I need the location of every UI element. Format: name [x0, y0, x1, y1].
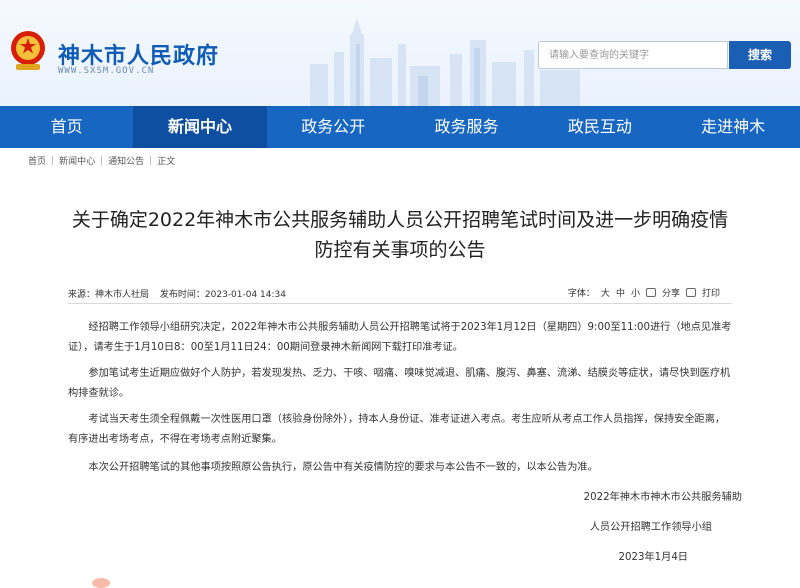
article-paragraph-2: 参加笔试考生近期应做好个人防护，若发现发热、乏力、干咳、咽痛、嗅味觉减退、肌痛、…	[68, 368, 731, 399]
site-header: 神木市人民政府 WWW.SXSM.GOV.CN 搜索	[0, 0, 800, 106]
signature-line-1: 2022年神木市神木市公共服务辅助	[583, 492, 742, 503]
font-size-large[interactable]: 大	[601, 286, 610, 299]
article-paragraph-4: 本次公开招聘笔试的其他事项按照原公告执行，原公告中有关疫情防控的要求与本公告不一…	[88, 462, 598, 473]
print-link[interactable]: 打印	[702, 286, 720, 299]
nav-item-home[interactable]: 首页	[0, 106, 133, 148]
breadcrumb-notices[interactable]: 通知公告	[108, 154, 144, 167]
breadcrumb-current: 正文	[157, 157, 176, 167]
article-title-line1: 关于确定2022年神木市公共服务辅助人员公开招聘笔试时间及进一步明确疫情	[71, 209, 729, 231]
site-domain: WWW.SXSM.GOV.CN	[58, 66, 155, 76]
breadcrumb-separator: |	[100, 155, 104, 166]
article-title: 关于确定2022年神木市公共服务辅助人员公开招聘笔试时间及进一步明确疫情 防控有…	[40, 205, 760, 265]
share-link[interactable]: 分享	[662, 286, 680, 299]
print-icon[interactable]	[685, 288, 696, 297]
font-size-label: 字体：	[567, 289, 595, 299]
font-size-small[interactable]: 小	[631, 286, 640, 299]
signature-date: 2023年1月4日	[618, 552, 688, 563]
national-emblem-logo	[11, 31, 45, 70]
share-icon[interactable]	[645, 288, 656, 297]
breadcrumb-separator: |	[149, 155, 153, 166]
nav-item-news-center[interactable]: 新闻中心	[133, 106, 267, 148]
meta-divider	[68, 303, 732, 304]
article-date: 发布时间：2023-01-04 14:34	[159, 290, 286, 300]
article-meta: 来源：神木市人社局 发布时间：2023-01-04 14:34	[68, 287, 294, 300]
search-button[interactable]: 搜索	[729, 41, 791, 69]
search-input[interactable]	[538, 41, 728, 69]
article-paragraph-1: 经招聘工作领导小组研究决定，2022年神木市公共服务辅助人员公开招聘笔试将于20…	[68, 322, 732, 353]
nav-item-government-affairs[interactable]: 政务公开	[267, 106, 400, 148]
article-paragraph-3: 考试当天考生须全程佩戴一次性医用口罩（核验身份除外），持本人身份证、准考证进入考…	[68, 414, 726, 445]
breadcrumb: 首页 | 新闻中心 | 通知公告 | 正文	[28, 154, 176, 168]
article-tools: 字体： 大 中 小 分享 打印	[568, 286, 720, 299]
article-source: 来源：神木市人社局	[68, 290, 150, 300]
nav-item-interaction[interactable]: 政民互动	[533, 106, 666, 148]
nav-item-about-shenmu[interactable]: 走进神木	[666, 106, 799, 148]
breadcrumb-news-center[interactable]: 新闻中心	[59, 154, 95, 167]
font-size-medium[interactable]: 中	[616, 286, 625, 299]
article-title-line2: 防控有关事项的公告	[314, 239, 486, 261]
breadcrumb-separator: |	[51, 155, 55, 166]
main-nav: 首页 新闻中心 政务公开 政务服务 政民互动 走进神木	[0, 106, 800, 148]
nav-item-government-services[interactable]: 政务服务	[400, 106, 533, 148]
breadcrumb-home[interactable]: 首页	[28, 154, 46, 167]
signature-line-2: 人员公开招聘工作领导小组	[589, 522, 712, 533]
floating-widget[interactable]	[92, 578, 110, 588]
